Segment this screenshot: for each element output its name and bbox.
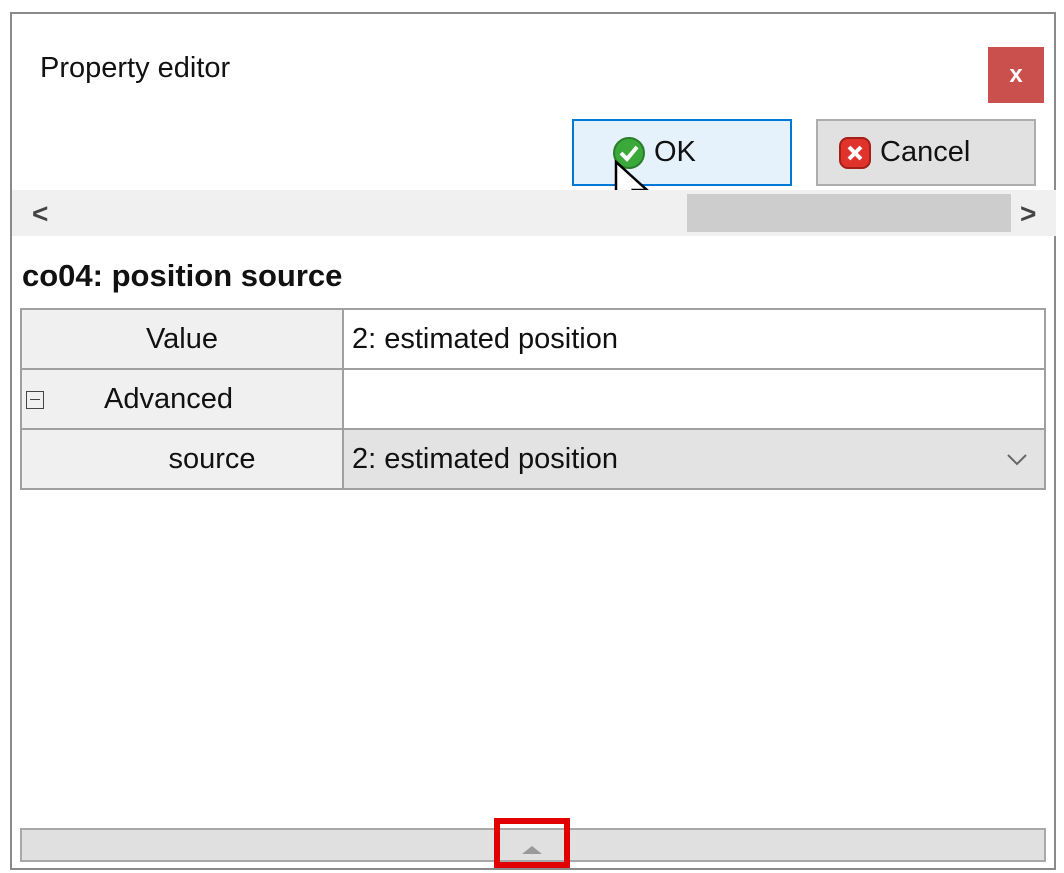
source-dropdown[interactable]: 2: estimated position [342,428,1046,490]
cancel-icon [839,136,871,169]
horizontal-scrollbar[interactable]: < > [12,190,1056,236]
cancel-label: Cancel [880,136,971,168]
window-title: Property editor [40,52,231,84]
ok-label: OK [654,136,696,168]
property-name-advanced[interactable]: Advanced [20,368,344,430]
collapse-icon[interactable] [26,390,44,409]
scroll-thumb[interactable] [687,194,1011,232]
chevron-down-icon[interactable] [1006,444,1028,474]
table-row: Value 2: estimated position [20,308,1046,370]
scroll-right-icon[interactable]: > [1020,198,1036,230]
close-button[interactable]: x [988,47,1044,103]
property-name-source: source [20,428,344,490]
expand-up-icon[interactable] [522,846,542,854]
ok-button[interactable]: OK [572,119,792,186]
property-name-value: Value [20,308,344,370]
table-row: source 2: estimated position [20,428,1046,490]
table-row: Advanced [20,368,1046,430]
property-title: co04: position source [22,258,343,293]
scroll-left-icon[interactable]: < [32,198,48,230]
cancel-button[interactable]: Cancel [816,119,1036,186]
property-value-field[interactable]: 2: estimated position [342,308,1046,370]
source-selected-value: 2: estimated position [352,442,618,475]
advanced-label: Advanced [104,382,233,415]
splitter-handle[interactable] [494,818,570,868]
advanced-value-field [342,368,1046,430]
property-grid: Value 2: estimated position Advanced sou… [20,308,1046,490]
